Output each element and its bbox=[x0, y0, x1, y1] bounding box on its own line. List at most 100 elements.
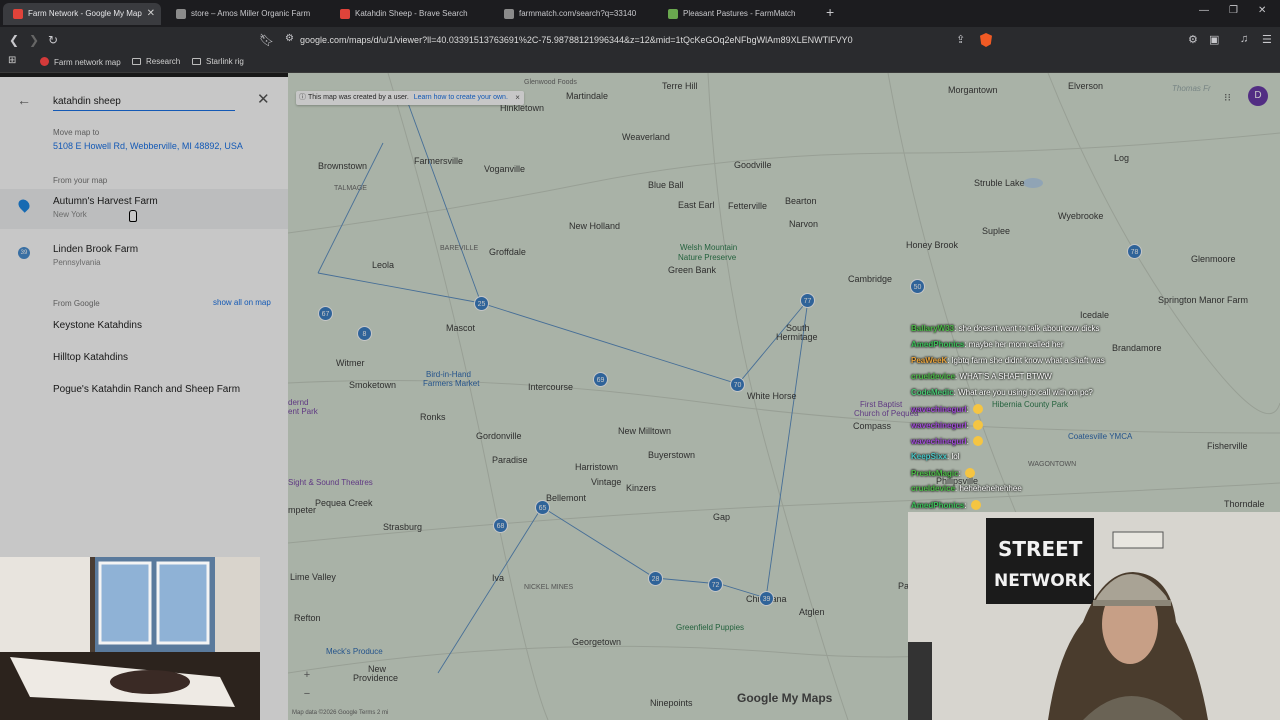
back-arrow-icon[interactable]: ← bbox=[17, 92, 31, 108]
chat-text: : she doesnt want to talk about cow dick… bbox=[954, 324, 1100, 333]
place-label: Farmersville bbox=[414, 156, 464, 166]
reload-icon[interactable]: ↻ bbox=[48, 33, 58, 47]
place-label: Vintage bbox=[591, 477, 622, 487]
tab-farm-network[interactable]: Farm Network - Google My Map ✕ bbox=[3, 3, 161, 25]
map-attribution: Map data ©2026 Google Terms 2 mi bbox=[292, 710, 389, 716]
chat-message: wavechinegurl: bbox=[911, 436, 1181, 452]
avatar[interactable]: D bbox=[1248, 86, 1268, 106]
chat-message: PrestoMagic: bbox=[911, 468, 1181, 484]
bookmark-farm-network-map[interactable]: Farm network map bbox=[40, 57, 121, 67]
new-tab-button[interactable]: + bbox=[826, 4, 834, 20]
create-map-link[interactable]: Learn how to create your own. bbox=[414, 94, 508, 101]
sign-line1: STREET bbox=[998, 537, 1083, 561]
farm-marker[interactable]: 25 bbox=[474, 296, 489, 311]
zoom-out-button[interactable]: − bbox=[300, 687, 314, 701]
close-window-icon[interactable]: ✕ bbox=[1258, 5, 1266, 16]
chat-username: wavechinegurl bbox=[911, 421, 967, 430]
map-result-linden-brook[interactable]: 39 Linden Brook Farm Pennsylvania bbox=[0, 237, 288, 277]
forward-icon[interactable]: ❯ bbox=[29, 33, 39, 47]
back-icon[interactable]: ❮ bbox=[9, 33, 19, 47]
bookmark-starlink-rig[interactable]: Starlink rig bbox=[192, 57, 244, 66]
map-result-autumns-harvest[interactable]: Autumn's Harvest Farm New York bbox=[0, 189, 288, 229]
google-result-keystone[interactable]: Keystone Katahdins bbox=[53, 320, 142, 331]
google-my-maps-logo: Google My Maps bbox=[737, 691, 833, 705]
poi-label: Farmers Market bbox=[423, 379, 480, 388]
place-label: New Milltown bbox=[618, 426, 672, 436]
place-label: Goodville bbox=[734, 160, 772, 170]
media-icon[interactable]: ♫ bbox=[1240, 33, 1248, 45]
place-label: Gap bbox=[713, 512, 731, 522]
place-label: Bearton bbox=[785, 196, 817, 206]
bookmark-icon[interactable]: 🔖︎ bbox=[259, 33, 274, 47]
place-label: Leola bbox=[372, 260, 395, 270]
restore-icon[interactable]: ❐ bbox=[1229, 5, 1238, 16]
park-label: Greenfield Puppies bbox=[676, 623, 745, 632]
locality-label: Glenwood Foods bbox=[524, 79, 577, 86]
notice-text: This map was created by a user. bbox=[308, 94, 409, 101]
chat-text: : bbox=[966, 437, 969, 446]
chat-username: crueldevice bbox=[911, 484, 956, 493]
emote-icon bbox=[972, 404, 983, 414]
farm-marker[interactable]: 28 bbox=[648, 571, 663, 586]
place-label: Suplee bbox=[982, 226, 1011, 236]
farm-marker[interactable]: 50 bbox=[910, 279, 925, 294]
tab-farmmatch-search[interactable]: farmmatch.com/search?q=33140 bbox=[494, 3, 654, 25]
place-label: Green Bank bbox=[668, 265, 717, 275]
brave-shields-icon[interactable] bbox=[980, 33, 992, 47]
sidebar-icon[interactable]: ▣ bbox=[1209, 33, 1219, 46]
farm-marker[interactable]: 68 bbox=[493, 518, 508, 533]
menu-icon[interactable]: ☰ bbox=[1262, 33, 1272, 46]
tab-label: Pleasant Pastures - FarmMatch bbox=[683, 9, 796, 18]
tab-brave-search[interactable]: Katahdin Sheep - Brave Search bbox=[330, 3, 490, 25]
chat-username: AmedPhonics bbox=[911, 340, 965, 349]
search-input[interactable] bbox=[53, 93, 235, 111]
place-label: Buyerstown bbox=[648, 450, 696, 460]
tab-pleasant-pastures[interactable]: Pleasant Pastures - FarmMatch bbox=[658, 3, 818, 25]
apps-grid-icon[interactable]: ⁝⁝ bbox=[1224, 91, 1231, 104]
park-label: Nature Preserve bbox=[678, 253, 737, 262]
from-map-heading: From your map bbox=[53, 176, 108, 185]
bookmark-label: Research bbox=[146, 57, 181, 66]
stream-chat-overlay: BallaryW33: she doesnt want to talk abou… bbox=[911, 324, 1181, 516]
apps-grid-icon[interactable]: ⊞ bbox=[8, 55, 16, 66]
place-label: Icedale bbox=[1080, 310, 1110, 320]
zoom-in-button[interactable]: + bbox=[300, 668, 314, 682]
bookmarks-bar: ⊞ Farm network map Research Starlink rig bbox=[0, 53, 1280, 73]
bookmark-research[interactable]: Research bbox=[132, 57, 180, 66]
chat-username: AmedPhonics bbox=[911, 501, 965, 510]
farm-marker[interactable]: 78 bbox=[1127, 244, 1142, 259]
mouse-cursor-icon bbox=[129, 210, 137, 222]
minimize-icon[interactable]: — bbox=[1199, 5, 1209, 16]
farm-marker[interactable]: 39 bbox=[759, 591, 774, 606]
place-label: Springton Manor Farm bbox=[1158, 295, 1249, 305]
farm-marker[interactable]: 65 bbox=[535, 500, 550, 515]
clear-search-icon[interactable]: ✕ bbox=[257, 90, 270, 108]
chat-text: : lol bbox=[947, 452, 960, 461]
farm-marker[interactable]: 70 bbox=[730, 377, 745, 392]
farm-marker[interactable]: 72 bbox=[708, 577, 723, 592]
tab-amos-miller[interactable]: store – Amos Miller Organic Farm bbox=[166, 3, 326, 25]
farm-marker[interactable]: 8 bbox=[357, 326, 372, 341]
chat-text: : lgbtq farm she didnt know what a shaft… bbox=[947, 356, 1105, 365]
site-settings-icon[interactable]: ⚙︎ bbox=[285, 33, 294, 44]
map-favicon bbox=[40, 57, 49, 66]
farm-marker[interactable]: 69 bbox=[593, 372, 608, 387]
chat-username: KeepSixx bbox=[911, 452, 948, 461]
place-label: Groffdale bbox=[489, 247, 526, 257]
show-all-on-map-link[interactable]: show all on map bbox=[213, 298, 271, 307]
attraction-label: Church of Pequea bbox=[854, 409, 919, 418]
share-icon[interactable]: ⇪ bbox=[956, 33, 965, 46]
chat-message: PeaWeeK: lgbtq farm she didnt know what … bbox=[911, 356, 1181, 372]
farm-marker[interactable]: 67 bbox=[318, 306, 333, 321]
google-result-pogues[interactable]: Pogue's Katahdin Ranch and Sheep Farm bbox=[53, 384, 240, 395]
result-location: Pennsylvania bbox=[53, 258, 101, 267]
notice-close-icon[interactable]: × bbox=[515, 91, 520, 105]
url-field[interactable]: google.com/maps/d/u/1/viewer?ll=40.03391… bbox=[300, 32, 980, 48]
room-scene bbox=[0, 557, 260, 720]
extensions-icon[interactable]: ⚙︎ bbox=[1188, 33, 1198, 46]
move-map-address-link[interactable]: 5108 E Howell Rd, Webberville, MI 48892,… bbox=[53, 141, 243, 151]
place-label: Fisherville bbox=[1207, 441, 1248, 451]
google-result-hilltop[interactable]: Hilltop Katahdins bbox=[53, 352, 128, 363]
close-tab-icon[interactable]: ✕ bbox=[147, 3, 155, 25]
farm-marker[interactable]: 77 bbox=[800, 293, 815, 308]
